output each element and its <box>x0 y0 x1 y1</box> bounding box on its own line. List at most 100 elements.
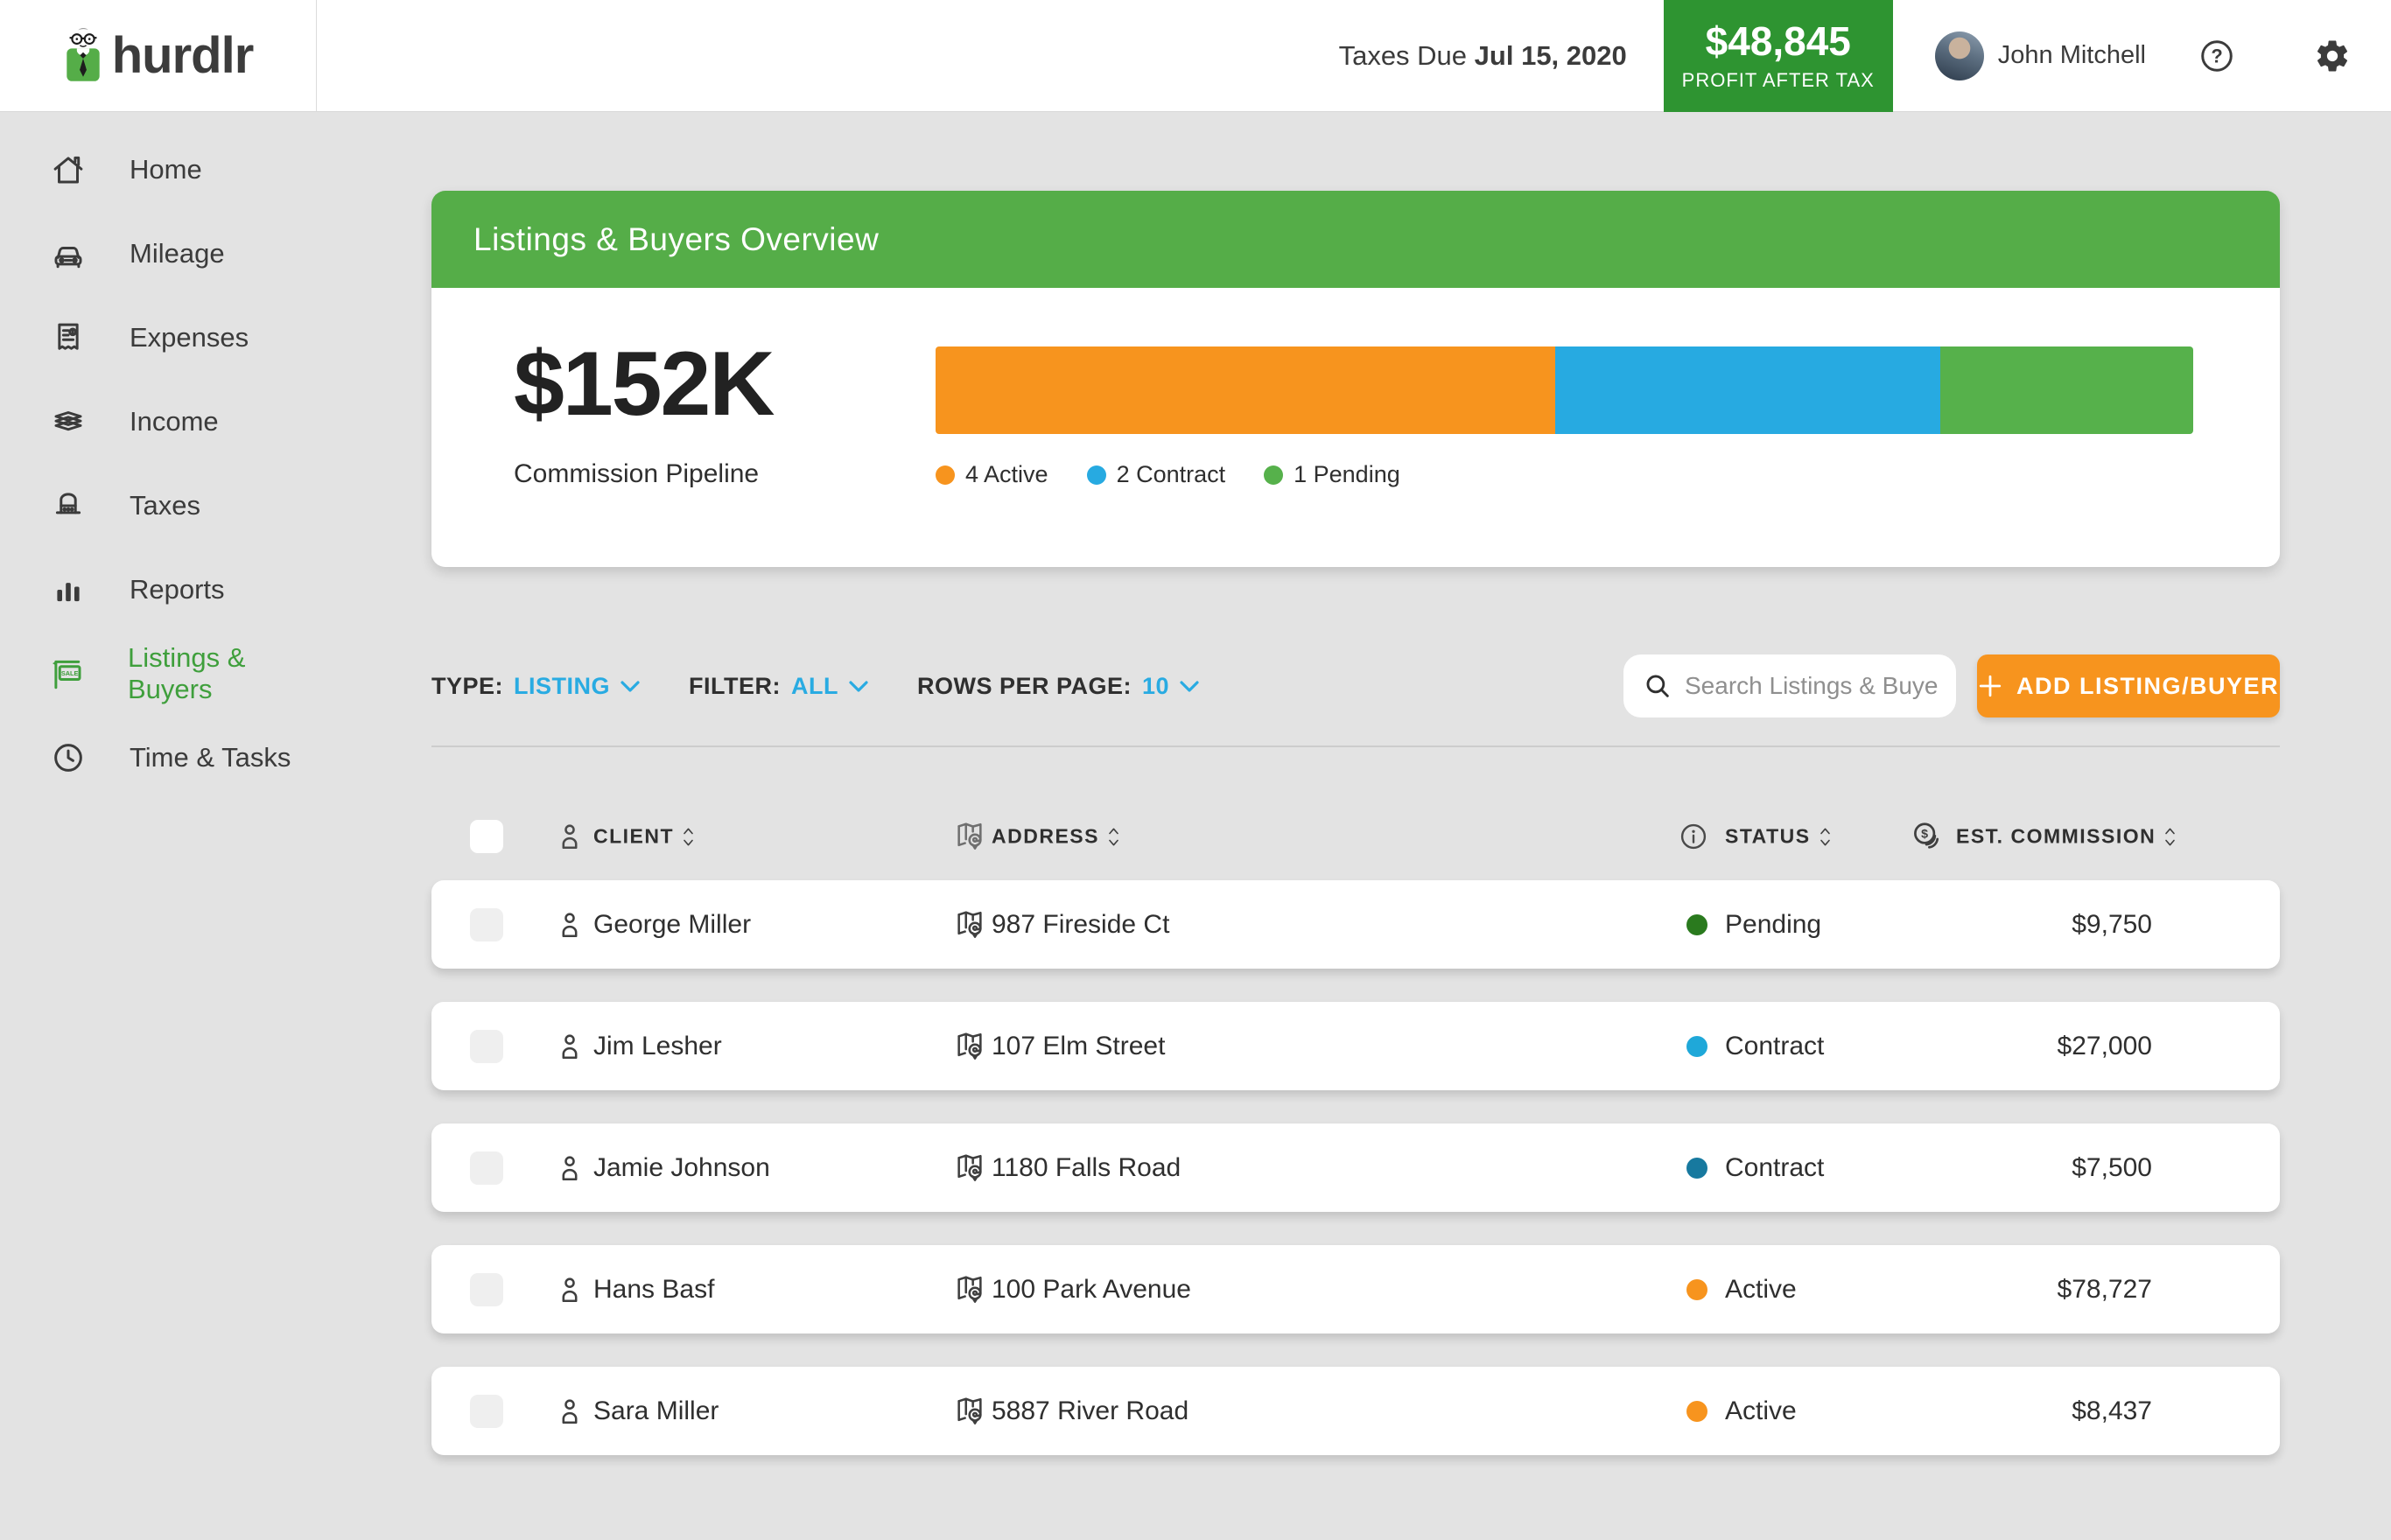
listing-address: 5887 River Road <box>992 1396 1188 1426</box>
avatar[interactable] <box>1935 32 1984 80</box>
pipeline-stat: $152K Commission Pipeline <box>514 339 773 489</box>
legend-dot <box>1264 466 1283 485</box>
taxes-due-text: Taxes Due Jul 15, 2020 <box>1339 40 1627 72</box>
table-row[interactable]: George Miller 987 Fireside Ct Pending $9… <box>431 880 2280 969</box>
row-checkbox[interactable] <box>470 1030 503 1063</box>
sort-icon <box>683 825 694 848</box>
person-icon <box>554 1031 585 1062</box>
status-label: Pending <box>1725 910 1821 940</box>
type-label: TYPE: <box>431 673 503 700</box>
overview-card-body: $152K Commission Pipeline 4 Active2 Cont… <box>431 288 2280 567</box>
filter-dropdown[interactable]: FILTER: ALL <box>689 673 868 700</box>
search-box[interactable] <box>1623 654 1956 718</box>
map-pin-icon <box>953 1152 986 1185</box>
svg-text:?: ? <box>2211 45 2222 66</box>
estimated-commission: $8,437 <box>2072 1396 2152 1426</box>
app-logo[interactable]: hurdlr <box>0 0 317 111</box>
table-row[interactable]: Sara Miller 5887 River Road Active $8,43… <box>431 1367 2280 1455</box>
pipeline-segment-contract <box>1555 346 1940 434</box>
brand-name: hurdlr <box>112 26 254 85</box>
filter-label: FILTER: <box>689 673 781 700</box>
table-row[interactable]: Jamie Johnson 1180 Falls Road Contract $… <box>431 1124 2280 1212</box>
sidebar-item-label: Home <box>130 154 202 186</box>
column-label: ADDRESS <box>992 825 1099 849</box>
clock-icon <box>49 739 88 776</box>
map-pin-icon <box>953 1273 986 1306</box>
sidebar-item-income[interactable]: Income <box>0 380 317 464</box>
status-dot <box>1686 914 1707 935</box>
tophat-icon <box>49 487 88 524</box>
add-listing-buyer-label: ADD LISTING/BUYER <box>2016 673 2279 700</box>
column-header-status[interactable]: STATUS <box>1725 825 1831 849</box>
home-icon <box>49 151 88 188</box>
status-label: Active <box>1725 1275 1797 1305</box>
type-dropdown[interactable]: TYPE: LISTING <box>431 673 640 700</box>
listing-address: 107 Elm Street <box>992 1032 1165 1061</box>
sidebar-item-expenses[interactable]: Expenses <box>0 296 317 380</box>
sidebar-item-listings-buyers[interactable]: SALE Listings & Buyers <box>0 632 317 716</box>
user-menu[interactable]: John Mitchell <box>1935 32 2146 80</box>
estimated-commission: $78,727 <box>2058 1275 2152 1305</box>
estimated-commission: $9,750 <box>2072 910 2152 940</box>
add-listing-buyer-button[interactable]: ADD LISTING/BUYER <box>1977 654 2280 718</box>
legend-dot <box>1087 466 1106 485</box>
map-pin-icon <box>953 1030 986 1063</box>
sort-icon <box>1108 825 1119 848</box>
sale-sign-icon: SALE <box>49 655 86 692</box>
row-checkbox[interactable] <box>470 1152 503 1185</box>
sidebar-item-home[interactable]: Home <box>0 128 317 212</box>
overview-title: Listings & Buyers Overview <box>473 221 879 258</box>
profit-after-tax-widget[interactable]: $48,845 PROFIT AFTER TAX <box>1664 0 1893 112</box>
legend-item-pending: 1 Pending <box>1264 461 1400 488</box>
column-label: EST. COMMISSION <box>1956 825 2156 849</box>
sidebar-item-taxes[interactable]: Taxes <box>0 464 317 548</box>
legend-item-active: 4 Active <box>936 461 1048 488</box>
rows-per-page-dropdown[interactable]: ROWS PER PAGE: 10 <box>917 673 1199 700</box>
receipt-icon <box>49 319 88 356</box>
status-label: Contract <box>1725 1153 1824 1183</box>
help-icon[interactable]: ? <box>2198 38 2235 74</box>
table-divider <box>431 746 2280 747</box>
search-icon <box>1643 671 1672 701</box>
chevron-down-icon <box>849 681 868 692</box>
row-checkbox[interactable] <box>470 908 503 942</box>
column-header-commission[interactable]: EST. COMMISSION <box>1956 825 2176 849</box>
column-label: STATUS <box>1725 825 1811 849</box>
car-icon <box>49 235 88 272</box>
rows-per-page-label: ROWS PER PAGE: <box>917 673 1132 700</box>
table-header: CLIENT ADDRESS STATUS $ <box>431 793 2280 880</box>
map-pin-icon <box>953 908 986 942</box>
sidebar-item-reports[interactable]: Reports <box>0 548 317 632</box>
overview-card-header: Listings & Buyers Overview <box>431 191 2280 288</box>
rows-per-page-value: 10 <box>1142 673 1169 700</box>
row-checkbox[interactable] <box>470 1273 503 1306</box>
search-input[interactable] <box>1685 672 1939 700</box>
column-header-client[interactable]: CLIENT <box>593 825 694 849</box>
user-name: John Mitchell <box>1998 41 2146 70</box>
sidebar: Home Mileage Expenses Income <box>0 112 317 1540</box>
info-icon <box>1678 821 1709 852</box>
plus-icon <box>1978 674 2002 698</box>
sidebar-item-time-tasks[interactable]: Time & Tasks <box>0 716 317 800</box>
sidebar-item-label: Expenses <box>130 322 249 354</box>
bar-chart-icon <box>49 571 88 608</box>
profit-label: PROFIT AFTER TAX <box>1682 69 1875 92</box>
filter-row: TYPE: LISTING FILTER: ALL ROWS PER PAGE:… <box>431 654 2280 718</box>
pipeline-total: $152K <box>514 339 773 430</box>
gear-icon[interactable] <box>2314 38 2351 74</box>
sidebar-item-label: Listings & Buyers <box>128 642 317 705</box>
legend-label: 1 Pending <box>1294 461 1400 488</box>
status-dot <box>1686 1401 1707 1422</box>
sidebar-item-mileage[interactable]: Mileage <box>0 212 317 296</box>
row-checkbox[interactable] <box>470 1395 503 1428</box>
hurdlr-mascot-icon <box>63 24 103 88</box>
table-row[interactable]: Hans Basf 100 Park Avenue Active $78,727 <box>431 1245 2280 1334</box>
sidebar-item-label: Taxes <box>130 490 200 522</box>
column-header-address[interactable]: ADDRESS <box>992 825 1119 849</box>
table-row[interactable]: Jim Lesher 107 Elm Street Contract $27,0… <box>431 1002 2280 1090</box>
profit-amount: $48,845 <box>1706 19 1851 64</box>
client-name: Sara Miller <box>593 1396 719 1426</box>
select-all-checkbox[interactable] <box>470 820 503 853</box>
estimated-commission: $27,000 <box>2058 1032 2152 1061</box>
type-value: LISTING <box>514 673 610 700</box>
